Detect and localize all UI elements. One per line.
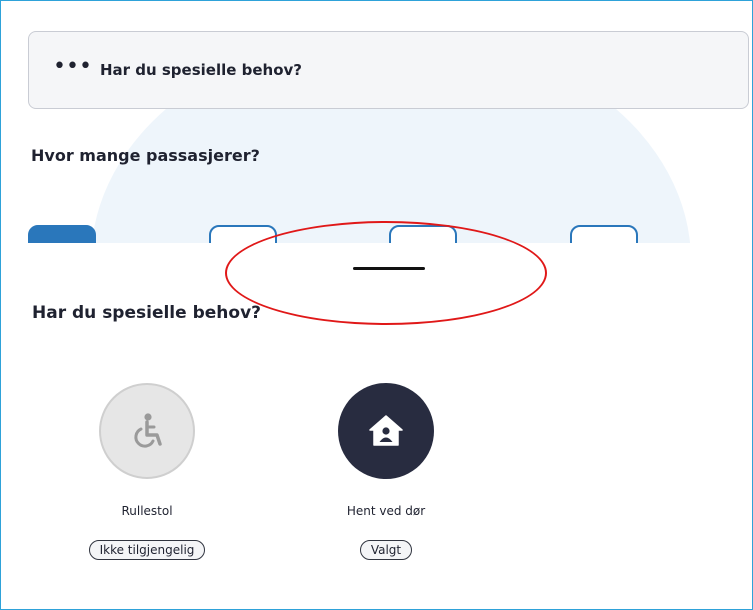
passenger-count-option-3[interactable] [389, 225, 457, 243]
sheet-drag-handle[interactable] [353, 267, 425, 270]
door-pickup-option-circle[interactable] [338, 383, 434, 479]
special-needs-card-text: Har du spesielle behov? [99, 61, 303, 79]
door-pickup-status-badge: Valgt [359, 540, 413, 560]
passenger-count-option-1[interactable] [28, 225, 96, 243]
passenger-count-option-4[interactable] [570, 225, 638, 243]
special-needs-card[interactable]: ••• Har du spesielle behov? [28, 31, 749, 109]
option-door-pickup[interactable]: Hent ved dør Valgt [306, 383, 466, 560]
wheelchair-status-badge: Ikke tilgjengelig [88, 540, 206, 560]
more-dots-icon: ••• [53, 54, 92, 79]
passenger-count-option-2[interactable] [209, 225, 277, 243]
option-wheelchair[interactable]: Rullestol Ikke tilgjengelig [67, 383, 227, 560]
sheet-title: Har du spesielle behov? [32, 303, 262, 323]
wheelchair-icon [134, 413, 162, 448]
passengers-heading: Hvor mange passasjerer? [31, 146, 260, 165]
wheelchair-option-circle[interactable] [99, 383, 195, 479]
home-person-icon [369, 415, 403, 446]
app-frame: ••• Har du spesielle behov? Hvor mange p… [0, 0, 753, 610]
background-page: ••• Har du spesielle behov? Hvor mange p… [1, 1, 752, 243]
door-pickup-label: Hent ved dør [346, 504, 426, 518]
wheelchair-label: Rullestol [121, 504, 173, 518]
bottom-sheet: Har du spesielle behov? Rullestol Ikke t… [1, 221, 752, 609]
